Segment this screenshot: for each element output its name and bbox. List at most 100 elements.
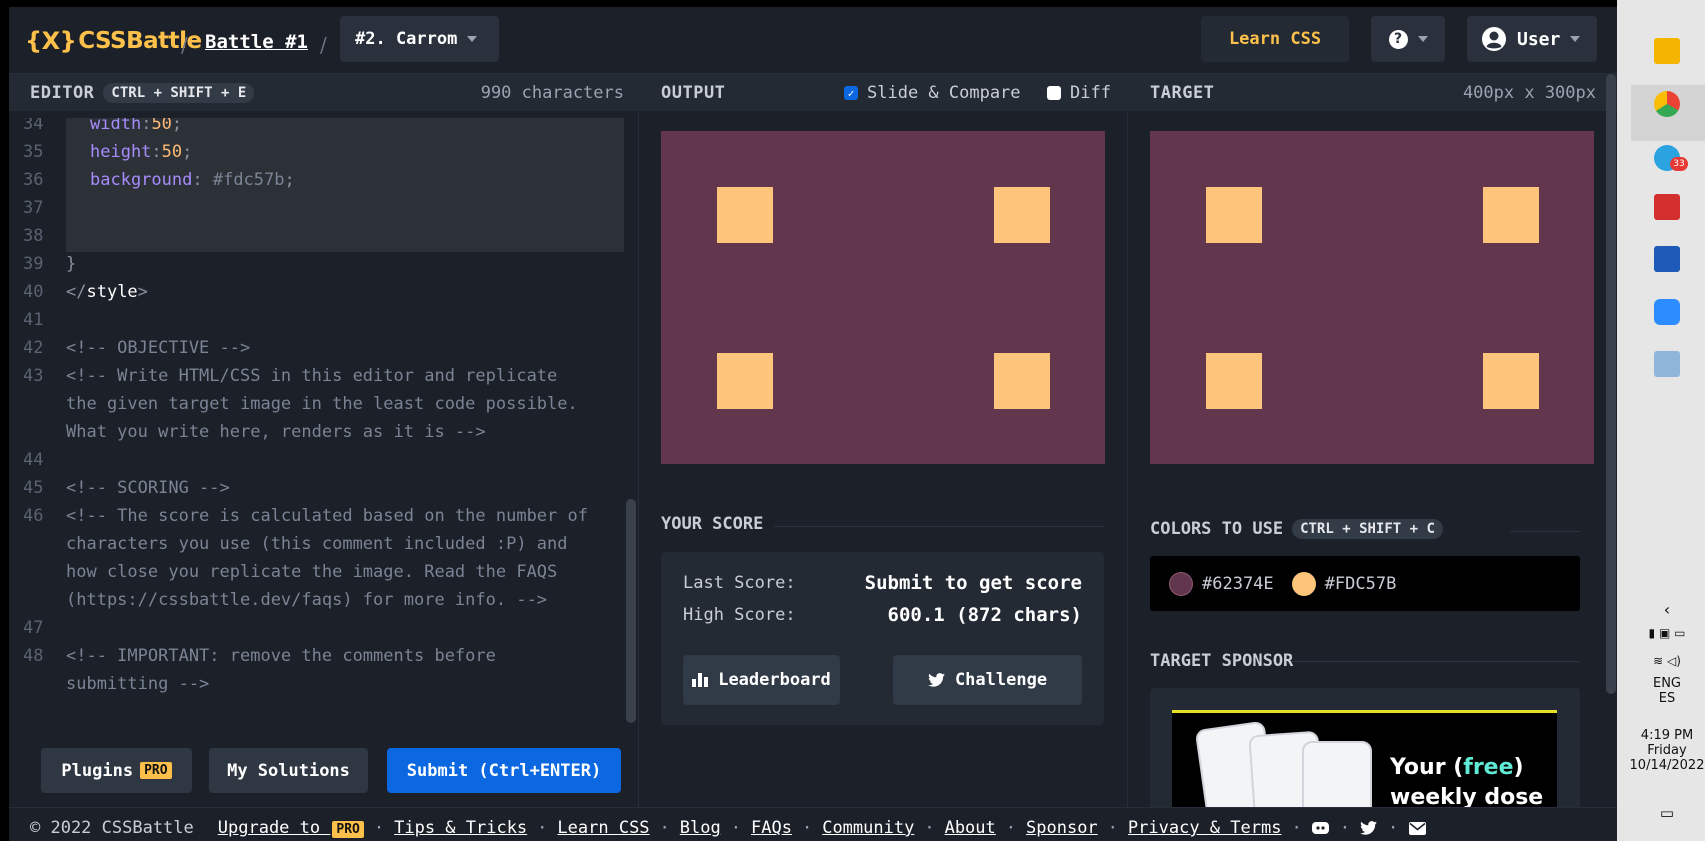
top-strip	[0, 0, 1705, 7]
plugins-button[interactable]: Plugins PRO	[41, 748, 192, 793]
footer-link-community[interactable]: Community	[822, 818, 914, 838]
target-selector-label: #2. Carrom	[355, 29, 458, 49]
slide-compare-label: Slide & Compare	[867, 83, 1021, 103]
help-menu-button[interactable]: ?	[1371, 16, 1445, 62]
language-indicator[interactable]: ENG ES	[1629, 676, 1705, 706]
checkbox-checked-icon[interactable]: ✓	[844, 86, 858, 100]
help-icon: ?	[1388, 29, 1408, 49]
footer-separator: ·	[659, 818, 670, 838]
color-swatch[interactable]: #FDC57B	[1291, 571, 1397, 596]
target-selector[interactable]: #2. Carrom	[340, 16, 499, 62]
header: {X} CSSBattle / Battle #1 / #2. Carrom L…	[9, 7, 1617, 74]
footer-link-blog[interactable]: Blog	[680, 818, 721, 838]
chevron-down-icon	[1417, 36, 1428, 42]
acrobat-icon[interactable]	[1654, 194, 1680, 220]
footer: © 2022 CSSBattle Upgrade to PRO · Tips &…	[9, 807, 1617, 841]
color-hex: #FDC57B	[1324, 573, 1397, 594]
square	[1483, 353, 1539, 409]
square	[994, 187, 1050, 243]
leaderboard-label: Leaderboard	[718, 670, 831, 690]
network-volume-icons[interactable]: ≋ ◁)	[1629, 654, 1705, 668]
target-title: TARGET	[1150, 82, 1215, 103]
color-palette: #62374E #FDC57B	[1150, 556, 1580, 611]
copyright: © 2022 CSSBattle	[30, 818, 194, 838]
editor-header: EDITOR CTRL + SHIFT + E 990 characters	[9, 74, 639, 111]
checkbox-unchecked-icon[interactable]	[1047, 86, 1061, 100]
chevron-left-icon[interactable]: ‹	[1629, 600, 1705, 619]
system-tray-icons[interactable]: ▮ ▣ ▭	[1629, 626, 1705, 640]
footer-link-about[interactable]: About	[945, 818, 996, 838]
breadcrumb-separator: /	[181, 33, 188, 57]
upgrade-link[interactable]: Upgrade to PRO	[218, 818, 364, 838]
target-image	[1150, 131, 1594, 464]
chrome-icon[interactable]	[1654, 91, 1680, 117]
footer-separator: ·	[1107, 818, 1118, 838]
colors-label: COLORS TO USE	[1150, 519, 1284, 539]
diff-label: Diff	[1070, 83, 1111, 103]
footer-separator: ·	[537, 818, 548, 838]
file-explorer-icon[interactable]	[1654, 38, 1680, 64]
notifications-icon[interactable]: ▭	[1629, 804, 1705, 822]
square	[1483, 187, 1539, 243]
character-count: 990 characters	[480, 83, 624, 103]
editor-scrollbar[interactable]	[626, 499, 636, 723]
last-score-value: Submit to get score	[864, 572, 1082, 594]
telegram-badge: 33	[1670, 157, 1688, 171]
submit-button[interactable]: Submit (Ctrl+ENTER)	[387, 748, 621, 793]
user-avatar-icon	[1482, 27, 1506, 51]
footer-separator: ·	[801, 818, 813, 838]
challenge-button[interactable]: Challenge	[893, 655, 1082, 705]
output-preview[interactable]	[661, 131, 1105, 464]
sponsor-ad-text: Your (free) weekly dose	[1390, 755, 1544, 810]
diff-toggle[interactable]: Diff	[1047, 83, 1111, 103]
chevron-down-icon	[1570, 36, 1581, 42]
leaderboard-button[interactable]: Leaderboard	[683, 655, 840, 705]
pro-badge: PRO	[332, 821, 364, 838]
square	[994, 353, 1050, 409]
footer-separator: ·	[924, 818, 935, 838]
square	[717, 353, 773, 409]
mail-icon[interactable]	[1408, 819, 1426, 837]
twitter-icon[interactable]	[1360, 819, 1378, 837]
footer-separator: ·	[1291, 818, 1302, 838]
learn-css-button[interactable]: Learn CSS	[1201, 16, 1349, 62]
cssbattle-app: {X} CSSBattle / Battle #1 / #2. Carrom L…	[9, 7, 1617, 841]
zoom-icon[interactable]	[1654, 299, 1680, 325]
color-dot	[1291, 571, 1316, 596]
target-header: TARGET 400px x 300px	[1128, 74, 1617, 111]
word-icon[interactable]	[1654, 246, 1680, 272]
cssbattle-logo[interactable]: {X} CSSBattle	[25, 24, 202, 58]
divider	[774, 526, 1104, 527]
footer-link-learn-css[interactable]: Learn CSS	[557, 818, 649, 838]
footer-link-sponsor[interactable]: Sponsor	[1026, 818, 1098, 838]
square	[1206, 353, 1262, 409]
app-icon[interactable]	[1654, 351, 1680, 377]
logo-mark: {X}	[25, 27, 77, 55]
battle-link[interactable]: Battle #1	[205, 31, 308, 53]
challenge-label: Challenge	[954, 670, 1048, 690]
footer-link-privacy[interactable]: Privacy & Terms	[1128, 818, 1282, 838]
footer-separator: ·	[1005, 818, 1017, 838]
footer-link-tips[interactable]: Tips & Tricks	[394, 818, 527, 838]
clock[interactable]: 4:19 PM Friday 10/14/2022	[1629, 728, 1705, 773]
colors-shortcut-badge: CTRL + SHIFT + C	[1292, 519, 1443, 539]
user-menu-button[interactable]: User	[1467, 16, 1597, 62]
my-solutions-button[interactable]: My Solutions	[209, 748, 368, 793]
output-panel: OUTPUT ✓ Slide & Compare Diff YOUR SCORE…	[639, 74, 1128, 841]
footer-separator: ·	[373, 818, 385, 838]
code-editor[interactable]: 34 width:50; 35 height:50; 36 background: #…	[9, 118, 629, 717]
breadcrumb-separator: /	[320, 33, 327, 57]
target-panel: TARGET 400px x 300px COLORS TO USE CTRL …	[1128, 74, 1617, 841]
footer-link-faqs[interactable]: FAQs	[751, 818, 792, 838]
discord-icon[interactable]	[1312, 819, 1330, 837]
footer-separator: ·	[1387, 818, 1399, 838]
footer-separator: ·	[730, 818, 741, 838]
color-swatch[interactable]: #62374E	[1169, 571, 1274, 596]
slide-compare-toggle[interactable]: ✓ Slide & Compare	[844, 83, 1021, 103]
twitter-icon	[928, 673, 945, 687]
high-score-label: High Score:	[683, 605, 796, 625]
target-dimensions: 400px x 300px	[1462, 83, 1596, 103]
color-hex: #62374E	[1202, 573, 1274, 594]
page-scrollbar[interactable]	[1606, 74, 1616, 694]
square	[1206, 187, 1262, 243]
